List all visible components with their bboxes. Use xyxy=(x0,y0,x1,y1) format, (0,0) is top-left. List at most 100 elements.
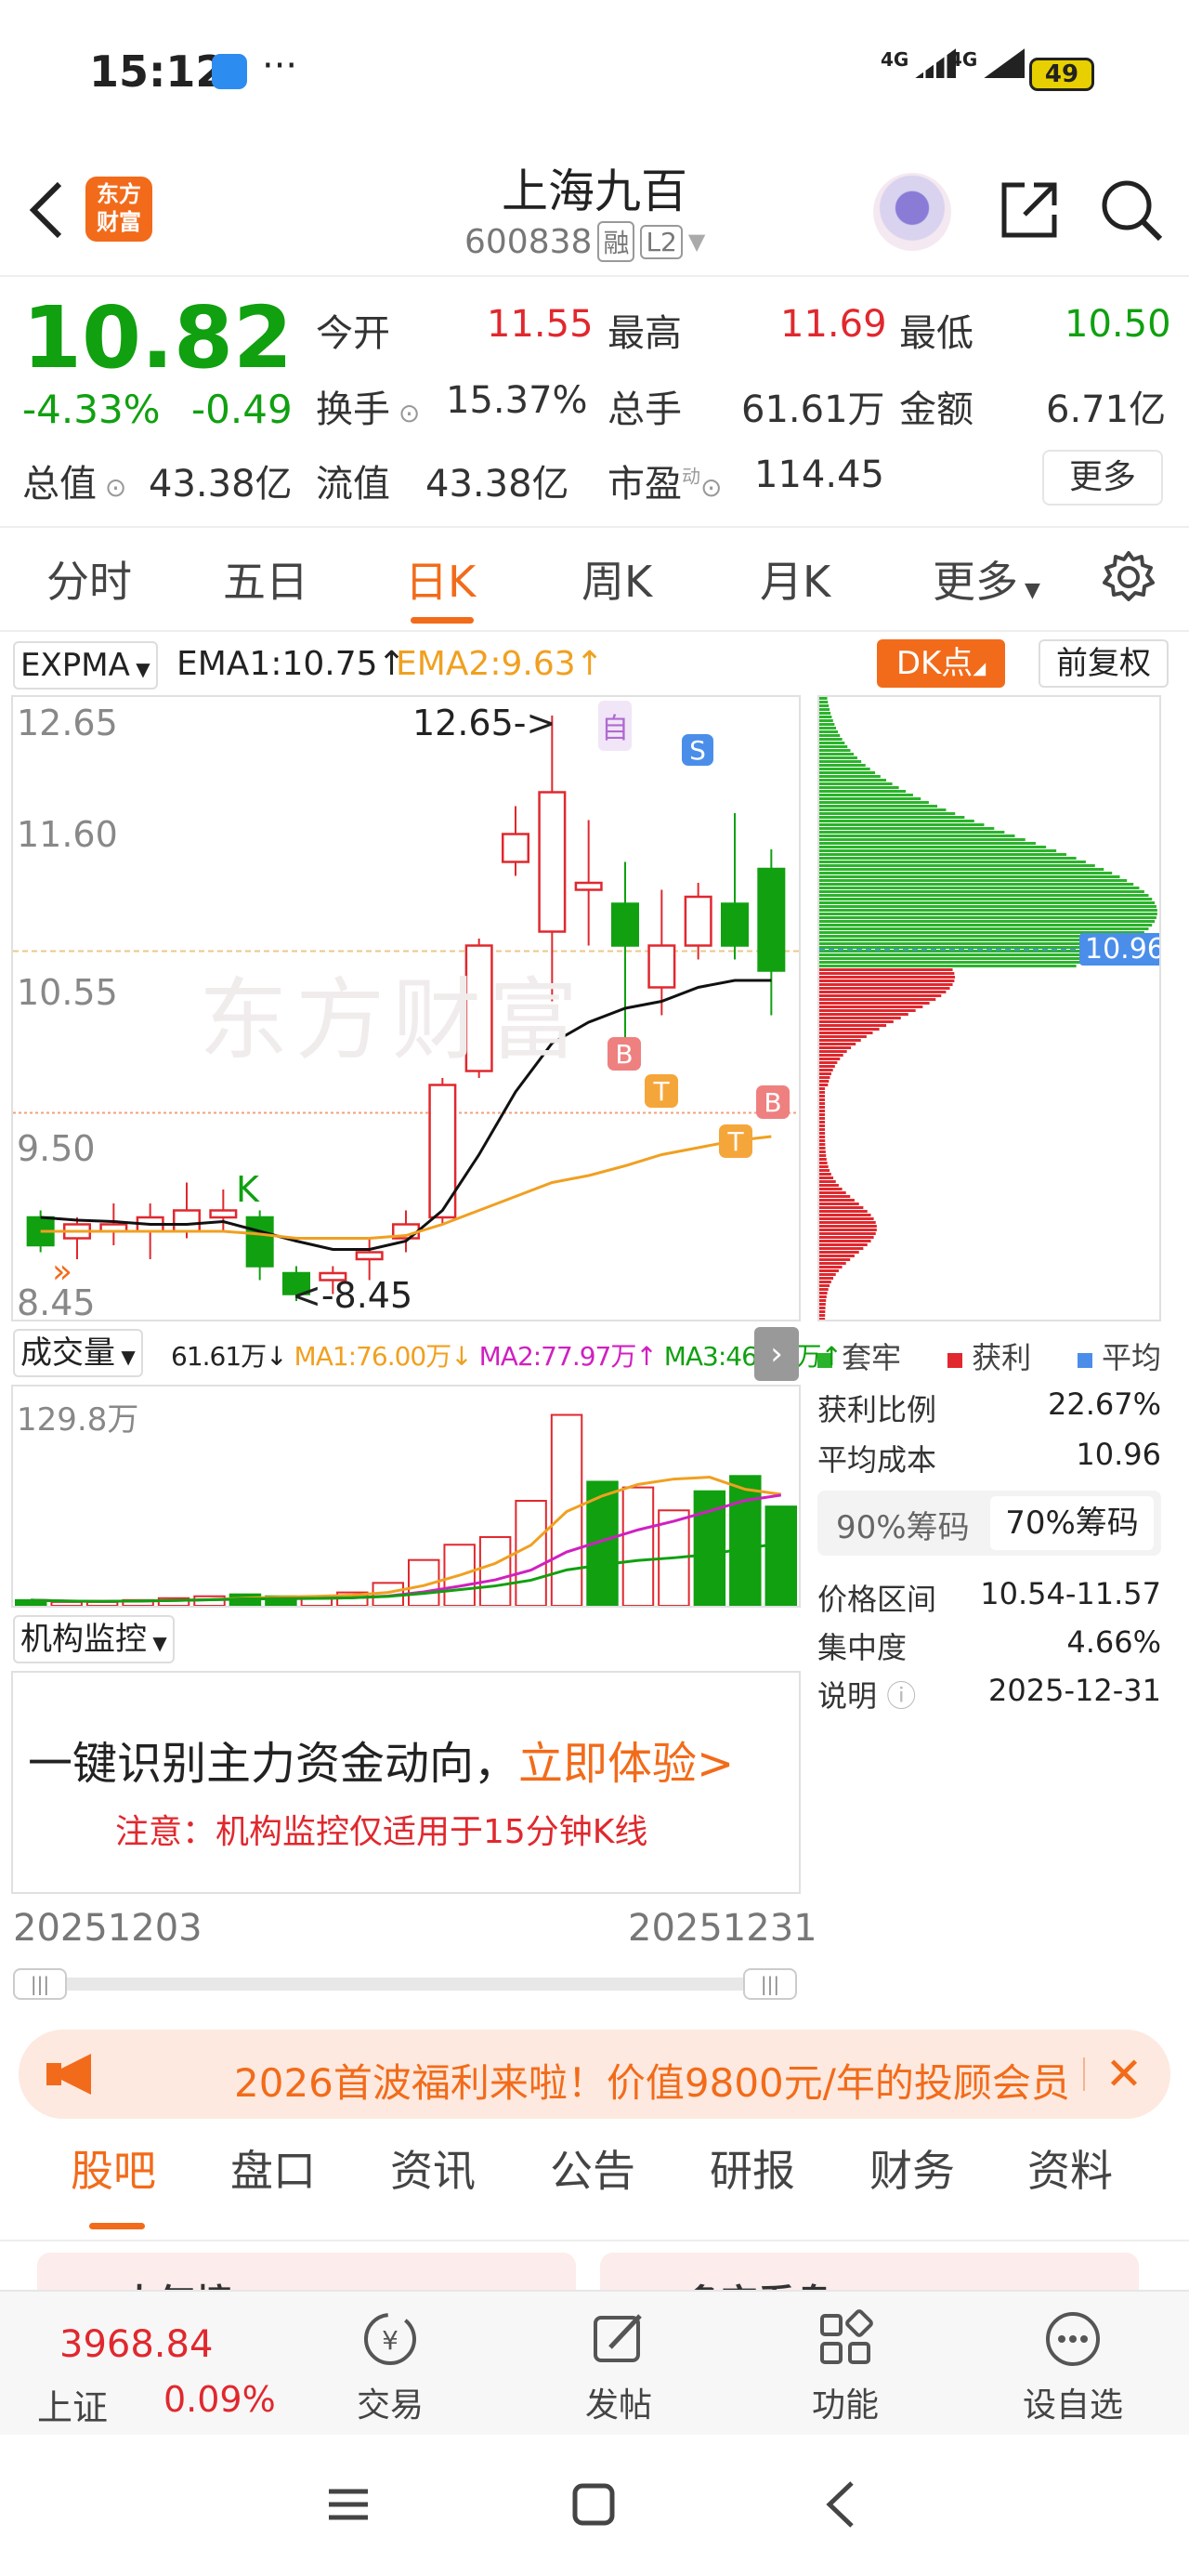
close-icon[interactable]: ✕ xyxy=(1096,2046,1152,2102)
tab-news[interactable]: 资讯 xyxy=(390,2137,476,2199)
tab-research[interactable]: 研报 xyxy=(710,2137,795,2199)
mark-b-1[interactable]: B xyxy=(608,1037,641,1071)
legend-profit-label: 获利 xyxy=(972,1340,1032,1375)
chip-bar xyxy=(819,1188,843,1190)
chip-bar xyxy=(819,1195,851,1198)
mark-b-2[interactable]: B xyxy=(756,1085,790,1119)
legend-average-swatch xyxy=(1077,1353,1092,1368)
chip-bar xyxy=(819,1206,864,1209)
chip-bar xyxy=(819,1162,828,1164)
home-icon[interactable] xyxy=(561,2472,626,2537)
chip-bar xyxy=(819,983,953,986)
stock-code-row[interactable]: 600838 融 L2 ▼ xyxy=(464,221,705,262)
mark-k[interactable]: K xyxy=(236,1169,259,1210)
robot-assistant-icon[interactable] xyxy=(873,173,951,251)
chip-bar xyxy=(819,946,1120,949)
tab-weekly-k[interactable]: 周K xyxy=(581,548,652,610)
chip-bar xyxy=(819,987,950,990)
tab-intraday[interactable]: 分时 xyxy=(46,548,132,610)
menu-icon[interactable] xyxy=(316,2472,381,2537)
institution-cta-line[interactable]: 一键识别主力资金动向，立即体验> xyxy=(28,1727,734,1792)
candle-body xyxy=(172,1209,202,1233)
chip-bar xyxy=(819,991,947,993)
tab-monthly-k[interactable]: 月K xyxy=(760,548,830,610)
chip-bar xyxy=(819,1269,839,1272)
promo-divider xyxy=(1083,2057,1085,2091)
chip-bar xyxy=(819,861,1086,863)
chip-bar xyxy=(819,704,830,707)
signal-2-icon: 4G xyxy=(949,48,1026,78)
mark-t-2[interactable]: T xyxy=(719,1124,752,1158)
nav-functions[interactable]: 功能 xyxy=(799,2308,892,2426)
chevron-right-icon[interactable]: › xyxy=(754,1327,799,1381)
search-icon[interactable] xyxy=(1094,173,1169,247)
indicator-name: EXPMA xyxy=(20,647,130,684)
note-date: 2025-12-31 xyxy=(988,1673,1161,1708)
tab-chip-70[interactable]: 70%筹码 xyxy=(990,1496,1154,1550)
nav-post[interactable]: 发帖 xyxy=(572,2308,665,2426)
tab-finance[interactable]: 财务 xyxy=(869,2137,955,2199)
try-now-link[interactable]: 立即体验> xyxy=(518,1738,734,1790)
kline-chart[interactable]: 东方财富 12.65 11.60 10.55 9.50 8.45 12.65->… xyxy=(11,695,801,1323)
chip-legend: 套牢 获利 平均 xyxy=(817,1334,1161,1377)
index-value[interactable]: 3968.84 xyxy=(59,2323,213,2366)
back-icon[interactable] xyxy=(19,173,74,247)
concentration-row: 集中度 4.66% xyxy=(817,1624,1161,1667)
tab-daily-k[interactable]: 日K xyxy=(405,548,476,610)
mark-s[interactable]: S xyxy=(682,734,713,766)
chip-bar xyxy=(819,868,1104,871)
chip-bar xyxy=(819,697,828,700)
share-icon[interactable] xyxy=(992,173,1066,247)
volume-chart[interactable]: 129.8万 xyxy=(11,1385,801,1608)
turnover-label-text: 换手 xyxy=(316,388,390,431)
nav-add-watchlist[interactable]: 设自选 xyxy=(1013,2308,1133,2426)
back-nav-icon[interactable] xyxy=(808,2472,873,2537)
tab-chip-90[interactable]: 90%筹码 xyxy=(836,1502,970,1547)
volume-indicator-select[interactable]: 成交量 ▼ xyxy=(13,1329,143,1377)
signal-1-icon: 4G xyxy=(881,48,957,78)
tab-announcements[interactable]: 公告 xyxy=(550,2137,635,2199)
chip-bar xyxy=(819,1310,826,1313)
chip-bar xyxy=(819,857,1077,860)
chip-bar xyxy=(819,745,848,748)
indicator-select[interactable]: EXPMA ▼ xyxy=(13,641,158,690)
status-time: 15:12 xyxy=(89,46,226,97)
chip-bar xyxy=(819,1076,830,1079)
tab-five-day[interactable]: 五日 xyxy=(223,548,308,610)
dk-button[interactable]: DK点◢ xyxy=(877,639,1005,688)
range-handle-right[interactable]: ||| xyxy=(743,1968,797,2000)
chip-bar xyxy=(819,742,845,744)
institution-name: 机构监控 xyxy=(20,1621,147,1658)
more-button[interactable]: 更多 xyxy=(1042,450,1163,506)
tab-profile[interactable]: 资料 xyxy=(1027,2137,1113,2199)
tab-guba[interactable]: 股吧 xyxy=(71,2137,156,2199)
range-handle-left[interactable]: ||| xyxy=(13,1968,67,2000)
tab-more[interactable]: 更多 ▼ xyxy=(933,548,1040,610)
mark-zi[interactable]: 自 xyxy=(598,701,632,751)
partial-card-left[interactable]: 大气榜 xyxy=(37,2253,576,2290)
institution-select[interactable]: 机构监控 ▼ xyxy=(13,1615,175,1663)
caret-down-icon: ▼ xyxy=(115,1346,136,1368)
candle-body xyxy=(610,902,640,947)
chip-bar xyxy=(819,1318,826,1320)
chip-chart[interactable]: 10.96 xyxy=(817,695,1161,1321)
nav-trade[interactable]: ¥ 交易 xyxy=(344,2308,437,2426)
change-percent: -4.33% xyxy=(22,387,161,432)
range-slider-track[interactable] xyxy=(19,1978,793,1991)
double-chevron-icon[interactable]: » xyxy=(52,1253,72,1291)
mark-t-1[interactable]: T xyxy=(645,1074,678,1108)
note-row[interactable]: 说明 ⓘ 2025-12-31 xyxy=(817,1673,1161,1715)
change-value: -0.49 xyxy=(191,387,293,432)
partial-card-right[interactable]: 多空看盘 xyxy=(600,2253,1139,2290)
logo-line-1: 东方 xyxy=(97,181,141,207)
ema2-value: EMA2:9.63 xyxy=(396,645,576,683)
chip-bar xyxy=(819,1132,826,1135)
volume-bar xyxy=(621,1486,655,1607)
adjust-button[interactable]: 前复权 xyxy=(1039,639,1169,688)
tab-pankou[interactable]: 盘口 xyxy=(230,2137,316,2199)
chip-bar xyxy=(819,1035,867,1038)
app-logo[interactable]: 东方 财富 xyxy=(85,177,152,242)
settings-gear-icon[interactable] xyxy=(1096,545,1161,610)
chip-bar xyxy=(819,979,955,982)
promo-banner[interactable]: 2026首波福利来啦！价值9800元/年的投顾会员 ✕ xyxy=(19,2030,1170,2119)
